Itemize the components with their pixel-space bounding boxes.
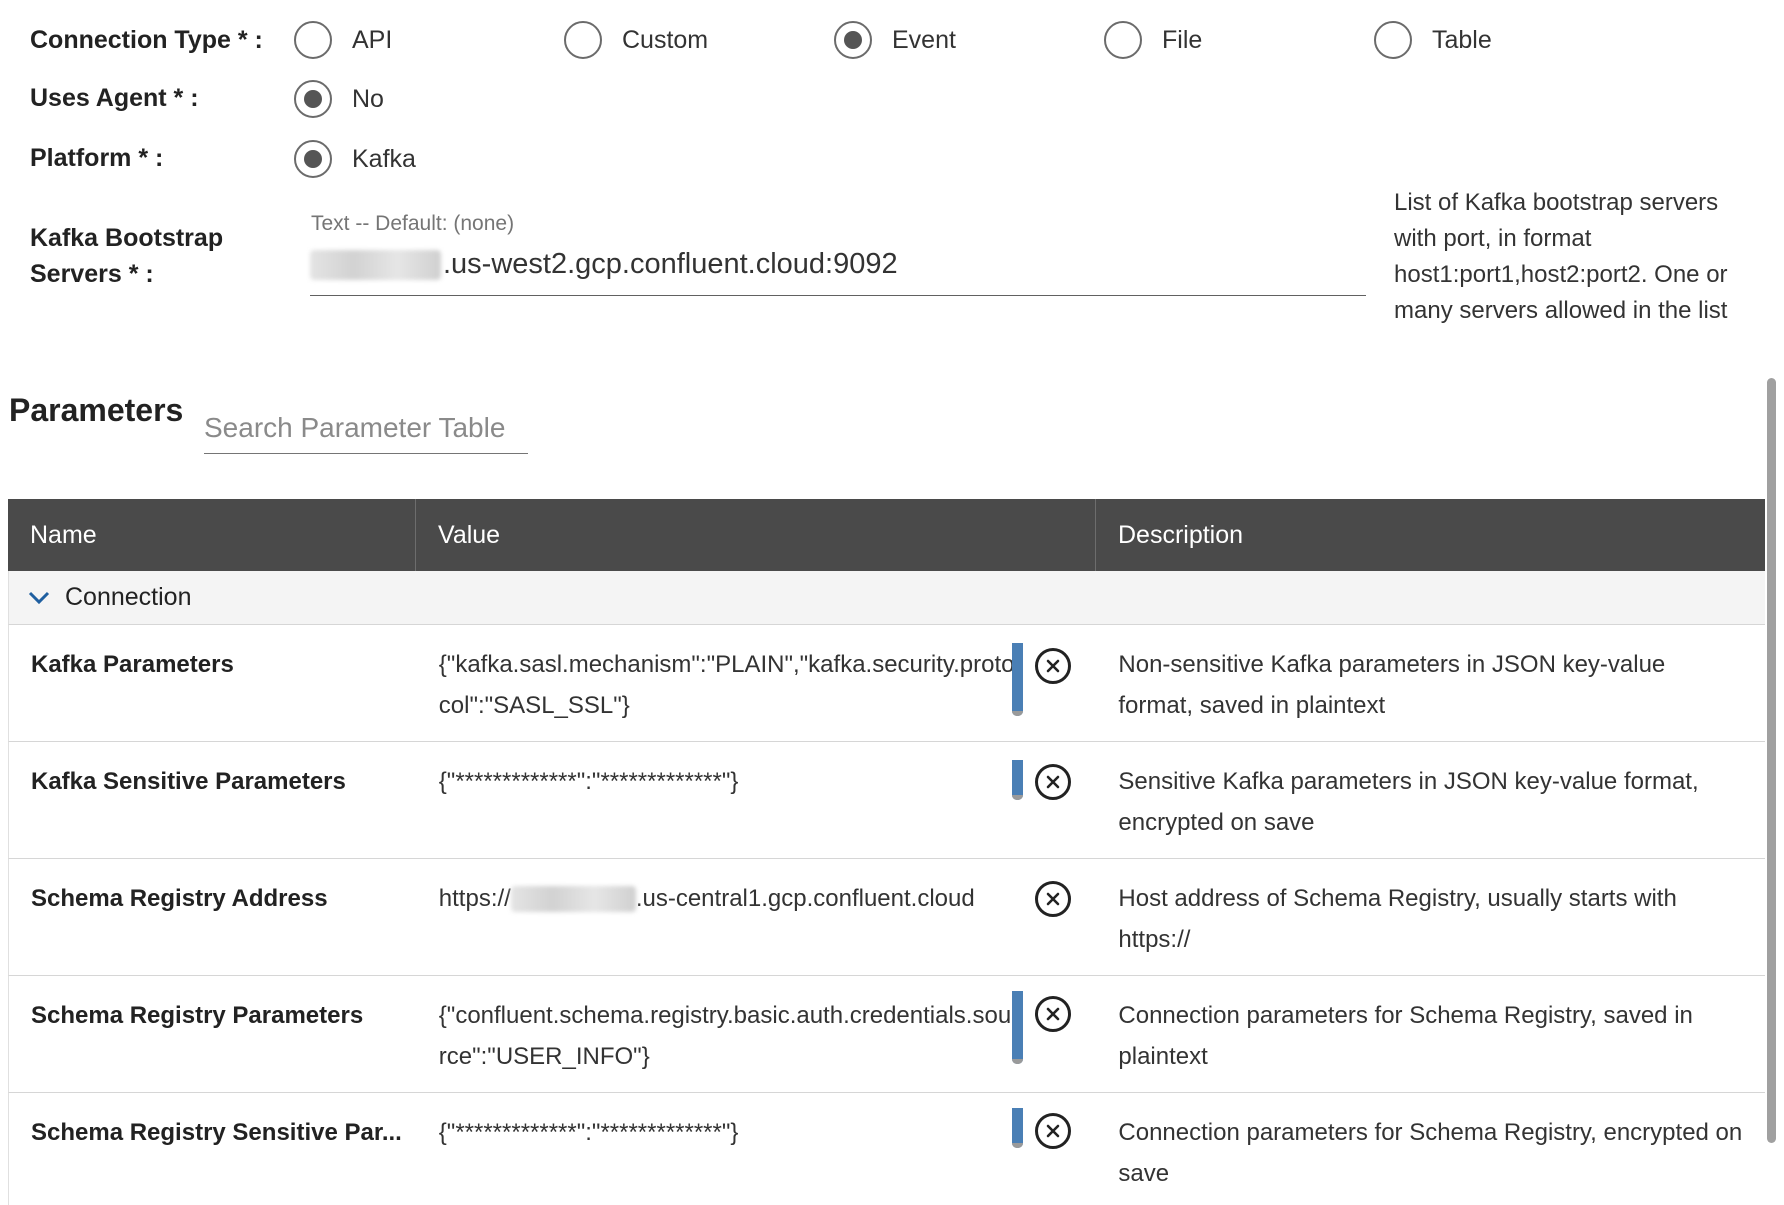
radio-button-icon[interactable]	[294, 21, 332, 59]
radio-button-checked-icon[interactable]	[834, 21, 872, 59]
bootstrap-servers-hint: Text -- Default: (none)	[311, 212, 515, 235]
table-header: Name Value Description	[8, 499, 1765, 571]
radio-option-file[interactable]: File	[1104, 21, 1202, 59]
clear-value-icon[interactable]	[1035, 764, 1071, 800]
bootstrap-servers-help-text: List of Kafka bootstrap servers with por…	[1394, 189, 1728, 324]
param-name: Kafka Sensitive Parameters	[31, 768, 346, 795]
param-name: Schema Registry Parameters	[31, 1002, 364, 1029]
connection-type-row: Connection Type * : API Custom Event Fil…	[0, 20, 1760, 60]
parameters-table: Name Value Description Connection Kafka …	[8, 499, 1765, 1205]
param-description: Non-sensitive Kafka parameters in JSON k…	[1118, 651, 1666, 719]
param-description: Sensitive Kafka parameters in JSON key-v…	[1118, 768, 1699, 836]
modified-indicator	[1012, 991, 1023, 1064]
param-description: Connection parameters for Schema Registr…	[1118, 1002, 1693, 1070]
radio-label-api: API	[352, 25, 393, 54]
param-value-cell[interactable]: {"*************":"*************"}	[417, 742, 1097, 858]
platform-label: Platform * :	[30, 144, 164, 172]
column-header-value[interactable]: Value	[416, 499, 1096, 571]
param-value-cell[interactable]: {"confluent.schema.registry.basic.auth.c…	[417, 976, 1097, 1092]
radio-option-kafka[interactable]: Kafka	[294, 140, 416, 178]
param-value-suffix: .us-central1.gcp.confluent.cloud	[635, 885, 975, 912]
redacted-host-blur	[310, 249, 441, 280]
group-row-connection[interactable]: Connection	[8, 571, 1765, 625]
table-row: Schema Registry Address https:// .us-cen…	[8, 859, 1765, 976]
bootstrap-servers-label: Kafka Bootstrap Servers * :	[30, 224, 224, 288]
radio-label-kafka: Kafka	[352, 144, 416, 173]
uses-agent-row: Uses Agent * : No	[0, 78, 1760, 118]
radio-option-custom[interactable]: Custom	[564, 21, 708, 59]
clear-value-icon[interactable]	[1035, 648, 1071, 684]
radio-label-event: Event	[892, 25, 956, 54]
radio-option-no[interactable]: No	[294, 80, 384, 118]
param-value-cell[interactable]: {"*************":"*************"}	[417, 1093, 1097, 1205]
table-row: Schema Registry Parameters {"confluent.s…	[8, 976, 1765, 1093]
param-name: Schema Registry Sensitive Par...	[31, 1119, 402, 1146]
radio-button-checked-icon[interactable]	[294, 140, 332, 178]
param-value[interactable]: {"*************":"*************"}	[439, 761, 1019, 802]
param-value[interactable]: https:// .us-central1.gcp.confluent.clou…	[439, 878, 1019, 919]
clear-value-icon[interactable]	[1035, 996, 1071, 1032]
table-row: Kafka Parameters {"kafka.sasl.mechanism"…	[8, 625, 1765, 742]
param-value-prefix: https://	[438, 885, 511, 912]
search-parameter-input[interactable]	[204, 402, 528, 454]
vertical-scrollbar[interactable]	[1767, 378, 1776, 1143]
radio-button-icon[interactable]	[1104, 21, 1142, 59]
clear-value-icon[interactable]	[1035, 1113, 1071, 1149]
radio-option-table[interactable]: Table	[1374, 21, 1492, 59]
table-row: Kafka Sensitive Parameters {"***********…	[8, 742, 1765, 859]
redacted-host-blur	[510, 885, 636, 912]
bootstrap-servers-input[interactable]: .us-west2.gcp.confluent.cloud:9092	[310, 246, 1366, 296]
modified-indicator	[1012, 760, 1023, 800]
radio-button-icon[interactable]	[564, 21, 602, 59]
radio-option-api[interactable]: API	[294, 21, 392, 59]
radio-label-no: No	[352, 84, 384, 113]
column-header-description[interactable]: Description	[1096, 499, 1765, 571]
radio-button-checked-icon[interactable]	[294, 80, 332, 118]
param-name: Schema Registry Address	[31, 885, 328, 912]
bootstrap-servers-value[interactable]: .us-west2.gcp.confluent.cloud:9092	[310, 248, 898, 281]
radio-option-event[interactable]: Event	[834, 21, 956, 59]
bootstrap-servers-value-text: .us-west2.gcp.confluent.cloud:9092	[443, 248, 898, 280]
param-value[interactable]: {"kafka.sasl.mechanism":"PLAIN","kafka.s…	[439, 644, 1019, 726]
param-value[interactable]: {"*************":"*************"}	[439, 1112, 1019, 1153]
platform-row: Platform * : Kafka	[0, 138, 1760, 178]
radio-label-table: Table	[1432, 25, 1492, 54]
chevron-down-icon[interactable]	[21, 580, 57, 616]
param-description: Host address of Schema Registry, usually…	[1118, 885, 1677, 953]
modified-indicator	[1012, 1108, 1023, 1148]
connection-type-label: Connection Type * :	[30, 26, 263, 54]
radio-label-file: File	[1162, 25, 1203, 54]
column-header-name[interactable]: Name	[8, 499, 416, 571]
param-value-cell[interactable]: https:// .us-central1.gcp.confluent.clou…	[417, 859, 1097, 975]
modified-indicator	[1012, 643, 1023, 716]
radio-button-icon[interactable]	[1374, 21, 1412, 59]
param-description: Connection parameters for Schema Registr…	[1118, 1119, 1743, 1187]
param-name: Kafka Parameters	[31, 651, 234, 678]
param-value-cell[interactable]: {"kafka.sasl.mechanism":"PLAIN","kafka.s…	[417, 625, 1097, 741]
radio-label-custom: Custom	[622, 25, 709, 54]
uses-agent-label: Uses Agent * :	[30, 84, 199, 112]
group-label: Connection	[65, 583, 192, 611]
parameters-title: Parameters	[9, 392, 184, 428]
param-value[interactable]: {"confluent.schema.registry.basic.auth.c…	[439, 995, 1019, 1077]
clear-value-icon[interactable]	[1035, 881, 1071, 917]
table-row: Schema Registry Sensitive Par... {"*****…	[8, 1093, 1765, 1205]
